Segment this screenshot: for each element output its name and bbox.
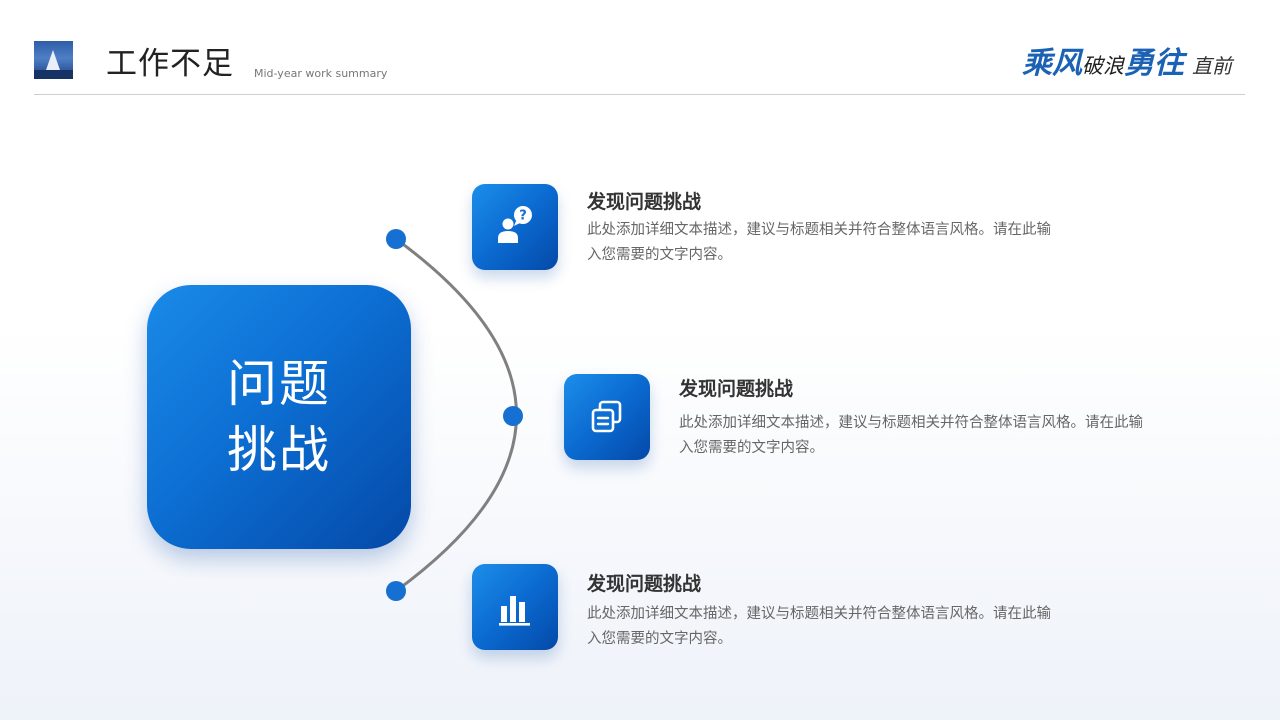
item-3-icon-tile bbox=[472, 564, 558, 650]
arc-line bbox=[395, 237, 518, 593]
item-2-title: 发现问题挑战 bbox=[679, 378, 794, 400]
item-1-icon-tile: ? bbox=[472, 184, 558, 270]
arc-node-bottom bbox=[386, 581, 406, 601]
main-topic-label: 问题挑战 bbox=[227, 355, 331, 479]
item-2-icon-tile bbox=[564, 374, 650, 460]
item-2-desc: 此处添加详细文本描述，建议与标题相关并符合整体语言风格。请在此输入您需要的文字内… bbox=[679, 415, 1143, 456]
user-question-icon: ? bbox=[498, 206, 532, 243]
item-3-desc: 此处添加详细文本描述，建议与标题相关并符合整体语言风格。请在此输入您需要的文字内… bbox=[587, 606, 1051, 647]
arc-node-middle bbox=[503, 406, 523, 426]
bar-chart-icon bbox=[499, 596, 530, 626]
main-topic-box: 问题挑战 bbox=[147, 285, 411, 549]
item-1-title: 发现问题挑战 bbox=[587, 191, 702, 213]
svg-text:?: ? bbox=[519, 209, 527, 224]
copy-document-icon bbox=[591, 400, 622, 433]
item-3-title: 发现问题挑战 bbox=[587, 573, 702, 595]
item-1-desc: 此处添加详细文本描述，建议与标题相关并符合整体语言风格。请在此输入您需要的文字内… bbox=[587, 222, 1051, 263]
arc-node-top bbox=[386, 229, 406, 249]
